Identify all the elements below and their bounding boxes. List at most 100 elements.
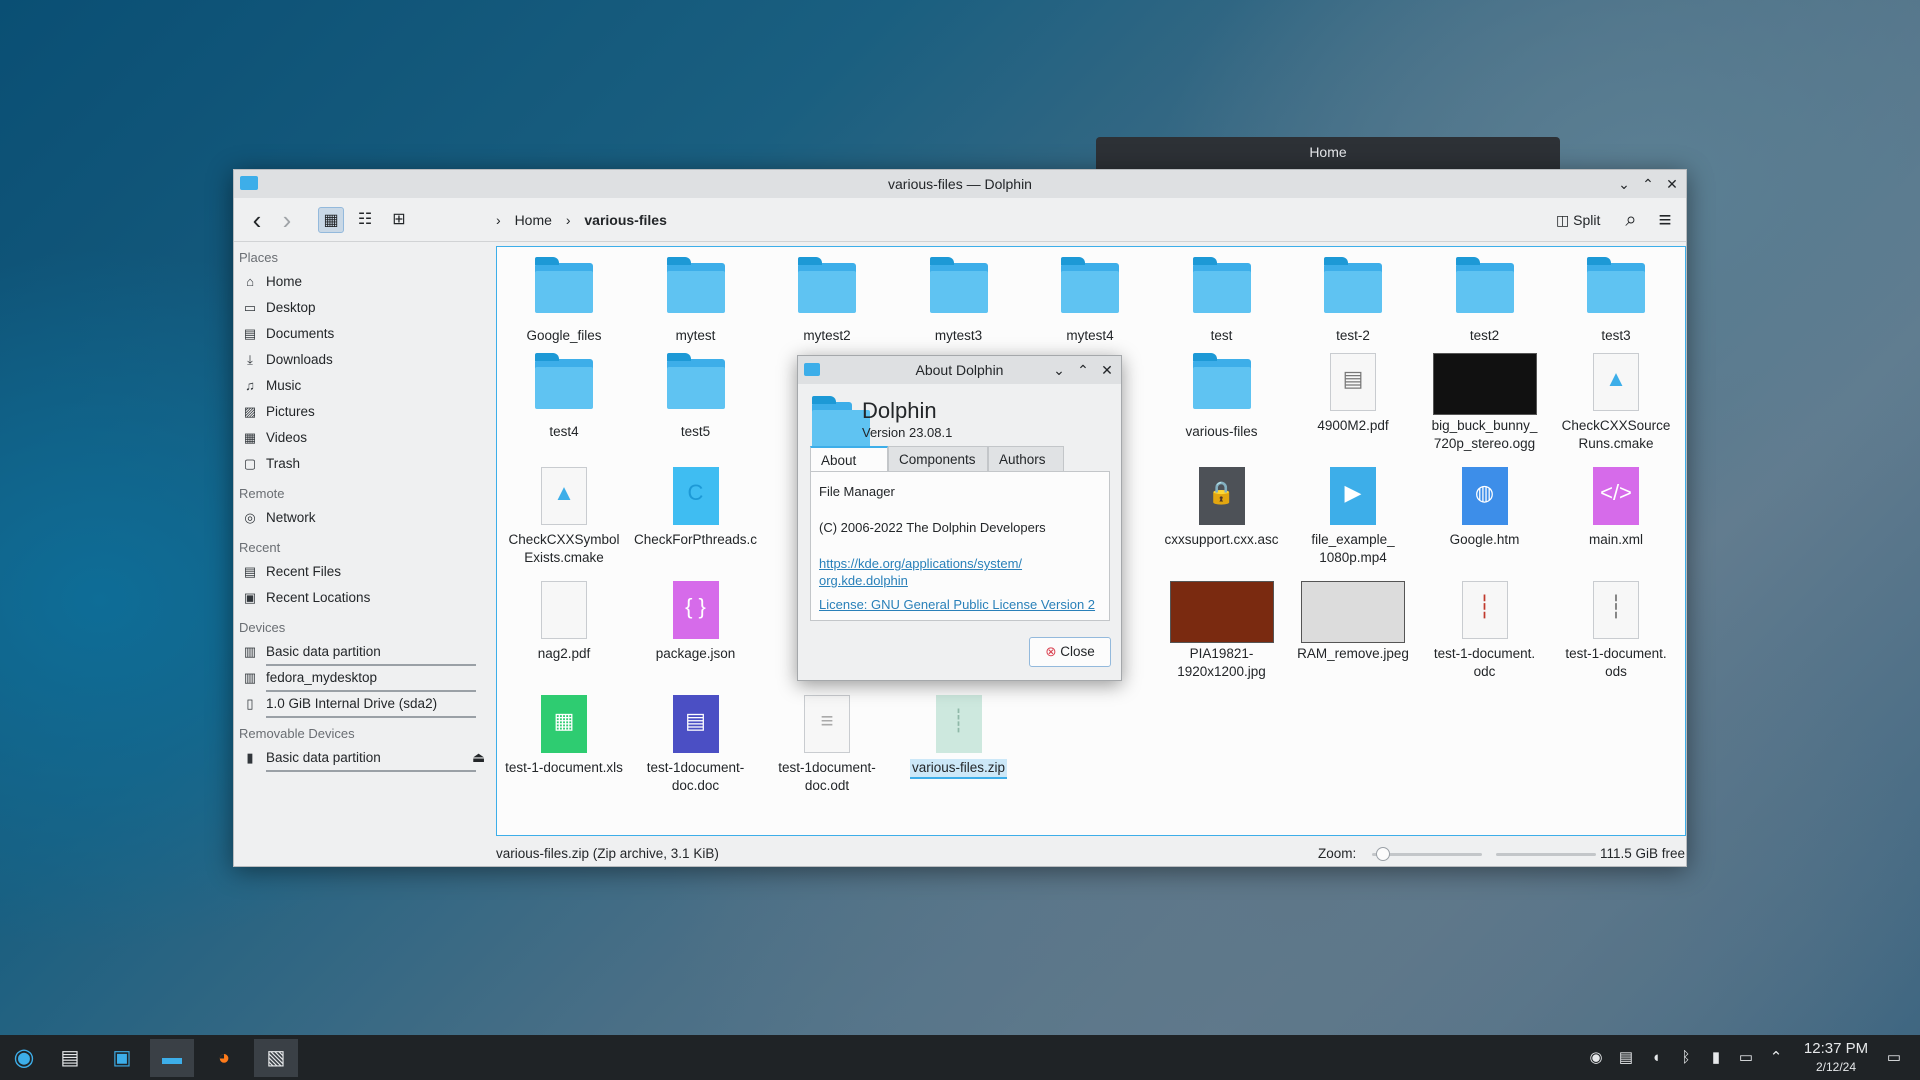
homepage-link[interactable]: https://kde.org/applications/system/ xyxy=(819,556,1022,571)
file-item[interactable]: { } package.json xyxy=(633,581,759,663)
file-item[interactable]: ┆ test-1-document. odc xyxy=(1422,581,1548,681)
search-icon[interactable]: ⌕ xyxy=(1618,207,1644,233)
dolphin-task-icon[interactable]: ▬ xyxy=(150,1039,194,1077)
file-item[interactable]: ≡ test-1document- doc.odt xyxy=(764,695,890,795)
places-panel: Places ⌂ Home ▭ Desktop ▤ Documents ⤓ Downloads ♫… xyxy=(234,242,496,842)
app-launcher-icon[interactable]: ◉ xyxy=(2,1039,46,1077)
network-icon[interactable]: ▭ xyxy=(1732,1035,1760,1080)
eject-icon[interactable]: ⏏ xyxy=(472,749,485,766)
back-button[interactable]: ‹ xyxy=(244,207,270,233)
zoom-slider-handle[interactable] xyxy=(1376,847,1390,861)
image-thumbnail xyxy=(1169,581,1275,643)
tab-components[interactable]: Components xyxy=(888,446,988,472)
file-item[interactable]: test4 xyxy=(501,353,627,441)
file-item[interactable]: mytest3 xyxy=(896,257,1022,345)
compact-view-button[interactable]: ☷ xyxy=(352,207,378,233)
sidebar-item-recent-files[interactable]: ▤ Recent Files xyxy=(242,560,482,584)
clipboard-icon[interactable]: ▤ xyxy=(1612,1035,1640,1080)
volume-icon[interactable]: ◖ xyxy=(1642,1035,1670,1080)
sidebar-item-fedora-mydesktop[interactable]: ▥ fedora_mydesktop xyxy=(242,666,482,690)
file-item[interactable]: test-2 xyxy=(1290,257,1416,345)
window-titlebar[interactable]: various-files — Dolphin ⌄ ⌃ ✕ xyxy=(234,170,1686,198)
file-name: mytest xyxy=(675,328,716,343)
file-name: test-1-document. odc xyxy=(1433,646,1536,679)
background-window-titlebar[interactable]: Home xyxy=(1096,137,1560,171)
system-monitor-icon[interactable]: ▤ xyxy=(48,1039,92,1077)
sidebar-item-trash[interactable]: ▢ Trash xyxy=(242,452,482,476)
homepage-link-continued[interactable]: org.kde.dolphin xyxy=(819,573,908,588)
maximize-icon[interactable]: ⌃ xyxy=(1636,170,1660,198)
file-item[interactable]: ▲ CheckCXXSymbol Exists.cmake xyxy=(501,467,627,567)
sidebar-item-1-0-gib-internal-drive-sda2-[interactable]: ▯ 1.0 GiB Internal Drive (sda2) xyxy=(242,692,482,716)
file-item[interactable]: big_buck_bunny_ 720p_stereo.ogg xyxy=(1422,353,1548,453)
file-item[interactable]: C CheckForPthreads.c xyxy=(633,467,759,549)
breadcrumb-home[interactable]: Home xyxy=(515,212,552,228)
file-item[interactable]: RAM_remove.jpeg xyxy=(1290,581,1416,663)
license-link[interactable]: License: GNU General Public License Vers… xyxy=(819,597,1095,612)
folder-icon xyxy=(666,353,725,417)
file-item[interactable]: test5 xyxy=(633,353,759,441)
minimize-icon[interactable]: ⌄ xyxy=(1612,170,1636,198)
bluetooth-icon[interactable]: ᛒ xyxy=(1672,1035,1700,1080)
file-icon: ▶ xyxy=(1324,467,1382,525)
file-item[interactable]: Google_files xyxy=(501,257,627,345)
sidebar-item-downloads[interactable]: ⤓ Downloads xyxy=(242,348,482,372)
file-item[interactable]: ┊ various-files.zip xyxy=(896,695,1022,779)
sidebar-item-recent-locations[interactable]: ▣ Recent Locations xyxy=(242,586,482,610)
sidebar-item-pictures[interactable]: ▨ Pictures xyxy=(242,400,482,424)
file-item[interactable]: mytest xyxy=(633,257,759,345)
firefox-icon[interactable]: ◕ xyxy=(202,1039,246,1077)
tab-about[interactable]: About xyxy=(810,446,888,472)
sidebar-item-home[interactable]: ⌂ Home xyxy=(242,270,482,294)
file-item[interactable]: ▤ test-1document- doc.doc xyxy=(633,695,759,795)
maximize-icon[interactable]: ⌃ xyxy=(1071,356,1095,384)
file-item[interactable]: 🔒 cxxsupport.cxx.asc xyxy=(1159,467,1285,549)
screenshot-app-icon[interactable]: ▧ xyxy=(254,1039,298,1077)
clock[interactable]: 12:37 PM 2/12/24 xyxy=(1786,1039,1886,1075)
file-item[interactable]: ▦ test-1-document.xls xyxy=(501,695,627,777)
icons-view-button[interactable]: ▦ xyxy=(318,207,344,233)
sidebar-item-desktop[interactable]: ▭ Desktop xyxy=(242,296,482,320)
file-item[interactable]: ◍ Google.htm xyxy=(1422,467,1548,549)
split-button[interactable]: ◫ Split xyxy=(1552,207,1604,233)
file-item[interactable]: test3 xyxy=(1553,257,1679,345)
file-type-glyph: ▶ xyxy=(1344,480,1362,505)
file-type-glyph: ▤ xyxy=(685,708,706,733)
sidebar-item-documents[interactable]: ▤ Documents xyxy=(242,322,482,346)
file-item[interactable]: ┆ test-1-document. ods xyxy=(1553,581,1679,681)
close-icon[interactable]: ✕ xyxy=(1095,356,1119,384)
sidebar-item-basic-data-partition[interactable]: ▥ Basic data partition xyxy=(242,640,482,664)
file-item[interactable]: ▤ 4900M2.pdf xyxy=(1290,353,1416,435)
file-type-glyph: ▦ xyxy=(553,708,575,733)
file-item[interactable]: PIA19821- 1920x1200.jpg xyxy=(1159,581,1285,681)
vault-icon[interactable]: ◉ xyxy=(1582,1035,1610,1080)
file-item[interactable]: test2 xyxy=(1422,257,1548,345)
file-item[interactable]: test xyxy=(1159,257,1285,345)
file-item[interactable]: ▶ file_example_ 1080p.mp4 xyxy=(1290,467,1416,567)
file-item[interactable]: mytest4 xyxy=(1027,257,1153,345)
close-icon[interactable]: ✕ xyxy=(1660,170,1684,198)
close-button[interactable]: ⊗ Close xyxy=(1029,637,1111,667)
file-item[interactable]: nag2.pdf xyxy=(501,581,627,663)
store-icon[interactable]: ▣ xyxy=(100,1039,144,1077)
file-item[interactable]: various-files xyxy=(1159,353,1285,441)
breadcrumb-current[interactable]: various-files xyxy=(584,212,666,228)
show-desktop-icon[interactable]: ▭ xyxy=(1880,1035,1908,1080)
file-item[interactable]: mytest2 xyxy=(764,257,890,345)
hamburger-menu-icon[interactable]: ≡ xyxy=(1652,207,1678,233)
removable-device-icon[interactable]: ▮ xyxy=(1702,1035,1730,1080)
file-item[interactable]: ▲ CheckCXXSource Runs.cmake xyxy=(1553,353,1679,453)
about-dialog-titlebar[interactable]: About Dolphin ⌄ ⌃ ✕ xyxy=(798,356,1121,384)
details-view-button[interactable]: ⊞ xyxy=(386,207,412,233)
tab-authors[interactable]: Authors xyxy=(988,446,1064,472)
minimize-icon[interactable]: ⌄ xyxy=(1047,356,1071,384)
sidebar-section-title: Removable Devices xyxy=(239,726,355,741)
file-icon xyxy=(535,581,593,639)
sidebar-item-basic-data-partition[interactable]: ▮ Basic data partition xyxy=(242,746,482,770)
file-item[interactable]: </> main.xml xyxy=(1553,467,1679,549)
forward-button[interactable]: › xyxy=(274,207,300,233)
sidebar-item-music[interactable]: ♫ Music xyxy=(242,374,482,398)
sidebar-item-network[interactable]: ◎ Network xyxy=(242,506,482,530)
sidebar-item-videos[interactable]: ▦ Videos xyxy=(242,426,482,450)
file-name: CheckForPthreads.c xyxy=(633,532,758,547)
